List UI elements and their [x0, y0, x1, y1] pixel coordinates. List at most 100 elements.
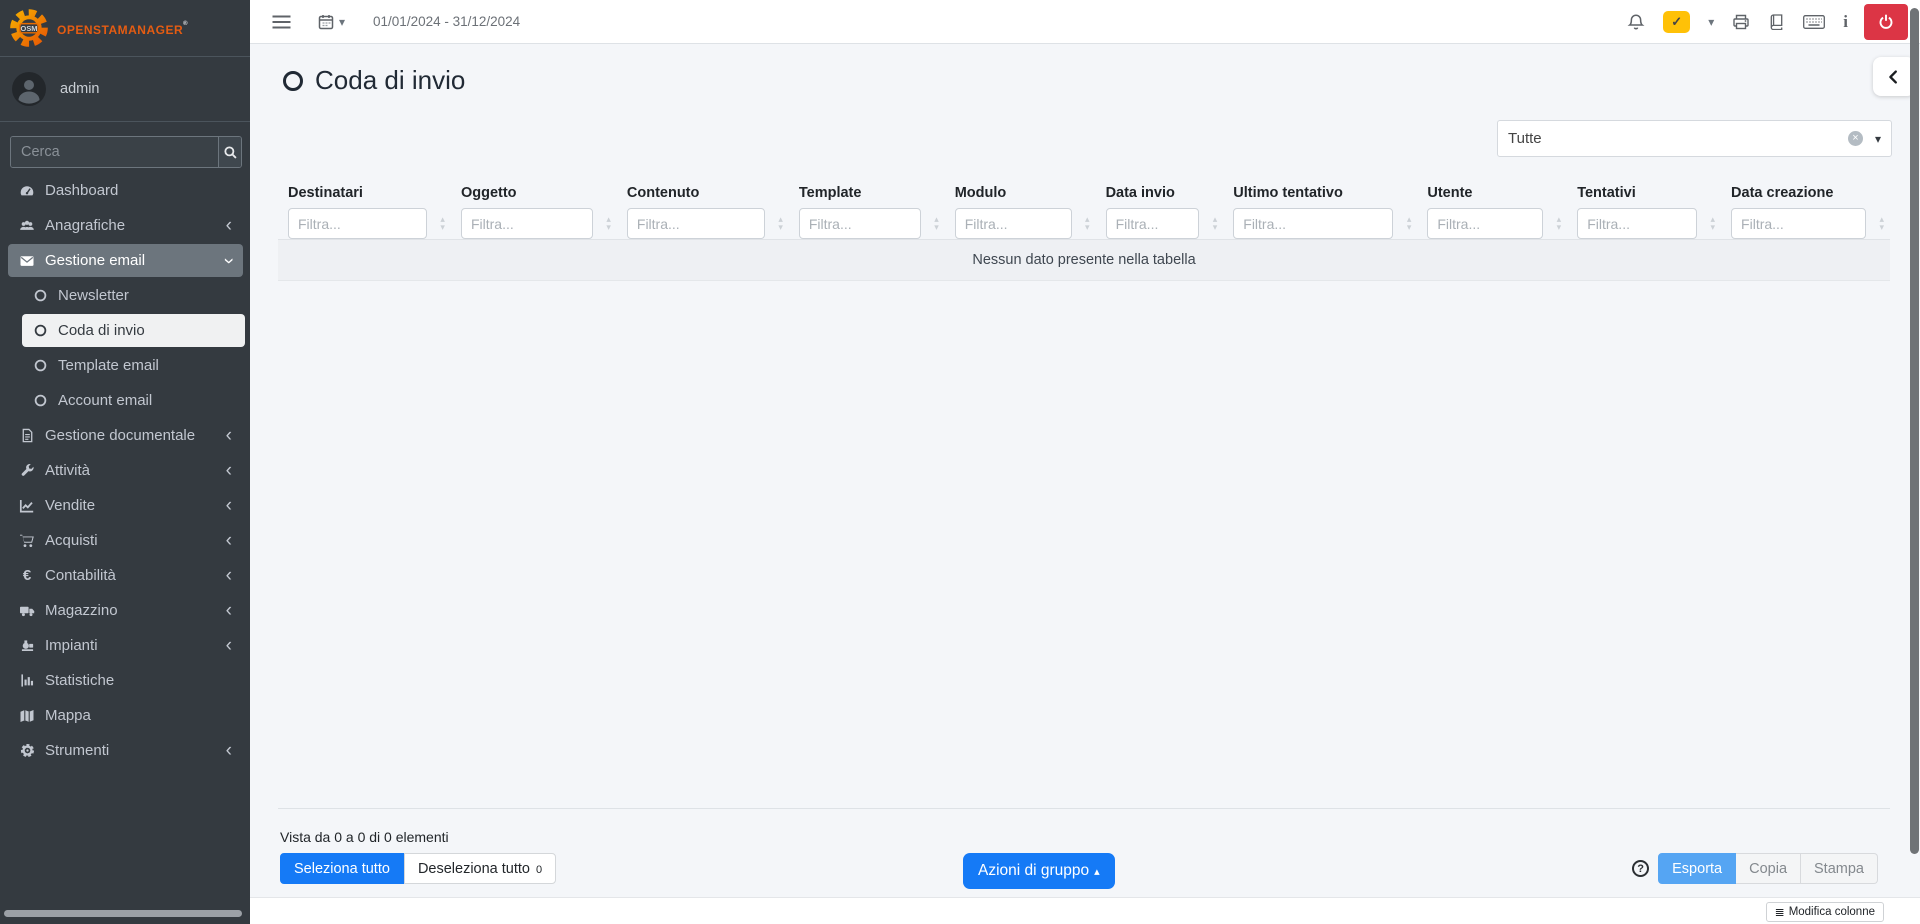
sidebar-item-contabilita[interactable]: € Contabilità ‹ — [8, 559, 243, 592]
deselect-count: 0 — [536, 864, 542, 876]
sidebar-item-gestione-documentale[interactable]: Gestione documentale ‹ — [8, 419, 243, 452]
column-tentativi: Tentativi ▴▾ — [1567, 185, 1721, 239]
chevron-left-icon: ‹ — [226, 466, 232, 476]
sidebar-item-acquisti[interactable]: Acquisti ‹ — [8, 524, 243, 557]
docs-button[interactable] — [1768, 13, 1785, 30]
sort-arrows[interactable]: ▴▾ — [1711, 215, 1716, 231]
sidebar-item-attivita[interactable]: Attività ‹ — [8, 454, 243, 487]
notifications-button[interactable] — [1627, 13, 1645, 31]
vertical-scrollbar[interactable] — [1910, 8, 1919, 854]
document-icon — [18, 428, 36, 443]
table-bottom-divider — [278, 808, 1890, 809]
sort-arrows[interactable]: ▴▾ — [1879, 215, 1884, 231]
column-contenuto: Contenuto ▴▾ — [617, 185, 789, 239]
date-range-label: 01/01/2024 - 31/12/2024 — [373, 14, 520, 29]
chevron-left-icon: ‹ — [226, 571, 232, 581]
avatar[interactable] — [12, 72, 46, 106]
machine-icon — [18, 638, 36, 653]
hamburger-menu-icon[interactable] — [272, 15, 291, 29]
chevron-left-icon: ‹ — [226, 221, 232, 231]
print-button[interactable] — [1732, 13, 1750, 31]
keyboard-icon — [1803, 15, 1825, 29]
wrench-icon — [18, 463, 36, 478]
filter-input-data-invio[interactable] — [1106, 208, 1200, 239]
collapse-panel-button[interactable] — [1873, 57, 1915, 96]
book-icon — [1768, 13, 1785, 30]
search-button[interactable] — [218, 137, 241, 167]
filter-input-data-creazione[interactable] — [1731, 208, 1866, 239]
sidebar-item-newsletter[interactable]: Newsletter — [22, 279, 245, 312]
chevron-left-icon — [1885, 68, 1903, 86]
page-title: Coda di invio — [283, 65, 465, 96]
circle-icon — [31, 323, 49, 338]
filter-input-tentativi[interactable] — [1577, 208, 1697, 239]
sort-arrows[interactable]: ▴▾ — [606, 215, 611, 231]
deselect-all-button[interactable]: Deseleziona tutto0 — [404, 853, 556, 884]
filter-input-modulo[interactable] — [955, 208, 1072, 239]
column-ultimo-tentativo: Ultimo tentativo ▴▾ — [1223, 185, 1417, 239]
sort-arrows[interactable]: ▴▾ — [778, 215, 783, 231]
sidebar-item-anagrafiche[interactable]: Anagrafiche ‹ — [8, 209, 243, 242]
status-check-button[interactable]: ✓ — [1663, 11, 1690, 33]
filter-input-contenuto[interactable] — [627, 208, 765, 239]
sidebar-item-strumenti[interactable]: Strumenti ‹ — [8, 734, 243, 767]
sort-arrows[interactable]: ▴▾ — [1407, 215, 1412, 231]
chevron-left-icon: ‹ — [226, 431, 232, 441]
column-destinatari: Destinatari ▴▾ — [278, 185, 451, 239]
user-name: admin — [60, 81, 100, 97]
column-oggetto: Oggetto ▴▾ — [451, 185, 617, 239]
status-filter-select[interactable]: Tutte × ▾ — [1497, 120, 1892, 157]
group-actions-button[interactable]: Azioni di gruppo▴ — [963, 853, 1115, 889]
sort-arrows[interactable]: ▴▾ — [1213, 215, 1218, 231]
filter-input-ultimo-tentativo[interactable] — [1233, 208, 1393, 239]
sort-arrows[interactable]: ▴▾ — [1557, 215, 1562, 231]
sidebar-item-magazzino[interactable]: Magazzino ‹ — [8, 594, 243, 627]
help-icon[interactable]: ? — [1632, 860, 1649, 877]
sidebar-item-gestione-email[interactable]: Gestione email ‹ — [8, 244, 243, 277]
clear-selection-icon[interactable]: × — [1848, 131, 1863, 146]
edit-columns-button[interactable]: ≣ Modifica colonne — [1766, 902, 1884, 922]
tachometer-icon — [18, 183, 36, 199]
date-range-picker[interactable]: ▾ — [318, 14, 345, 30]
caret-down-icon[interactable]: ▾ — [1708, 15, 1714, 29]
sidebar-item-impianti[interactable]: Impianti ‹ — [8, 629, 243, 662]
sidebar-item-account-email[interactable]: Account email — [22, 384, 245, 417]
osm-gear-logo-icon: OSM — [8, 7, 50, 49]
print-table-button[interactable]: Stampa — [1801, 853, 1878, 884]
sidebar-menu: Dashboard Anagrafiche ‹ Gestione email ‹… — [0, 174, 250, 767]
sidebar-item-dashboard[interactable]: Dashboard — [8, 174, 243, 207]
sidebar-item-coda-di-invio[interactable]: Coda di invio — [22, 314, 245, 347]
filter-input-utente[interactable] — [1427, 208, 1543, 239]
search-input[interactable] — [11, 137, 218, 167]
circle-icon — [31, 288, 49, 303]
copy-button[interactable]: Copia — [1736, 853, 1801, 884]
power-icon — [1877, 13, 1895, 31]
cart-icon — [18, 533, 36, 549]
shortcuts-button[interactable] — [1803, 15, 1825, 29]
sort-arrows[interactable]: ▴▾ — [934, 215, 939, 231]
printer-icon — [1732, 13, 1750, 31]
column-data-invio: Data invio ▴▾ — [1096, 185, 1224, 239]
logout-button[interactable] — [1864, 4, 1908, 40]
sidebar-item-vendite[interactable]: Vendite ‹ — [8, 489, 243, 522]
select-all-button[interactable]: Seleziona tutto — [280, 853, 404, 884]
chart-line-icon — [18, 498, 36, 514]
sidebar-item-statistiche[interactable]: Statistiche — [8, 664, 243, 697]
sort-arrows[interactable]: ▴▾ — [440, 215, 445, 231]
sidebar-horizontal-scrollbar[interactable] — [4, 910, 242, 917]
info-button[interactable]: i — [1843, 12, 1848, 32]
empty-table-message: Nessun dato presente nella tabella — [278, 239, 1890, 281]
brand[interactable]: OSM OpenSTAManager® — [0, 0, 250, 57]
sidebar-search — [10, 136, 242, 168]
filter-input-destinatari[interactable] — [288, 208, 427, 239]
calendar-icon — [318, 14, 334, 30]
sidebar-item-mappa[interactable]: Mappa — [8, 699, 243, 732]
filter-input-template[interactable] — [799, 208, 921, 239]
filter-input-oggetto[interactable] — [461, 208, 593, 239]
footer-bar: ≣ Modifica colonne — [250, 897, 1920, 924]
euro-icon: € — [18, 567, 36, 584]
sidebar-item-template-email[interactable]: Template email — [22, 349, 245, 382]
list-icon: ≣ — [1775, 905, 1785, 919]
sort-arrows[interactable]: ▴▾ — [1085, 215, 1090, 231]
export-button[interactable]: Esporta — [1658, 853, 1736, 884]
